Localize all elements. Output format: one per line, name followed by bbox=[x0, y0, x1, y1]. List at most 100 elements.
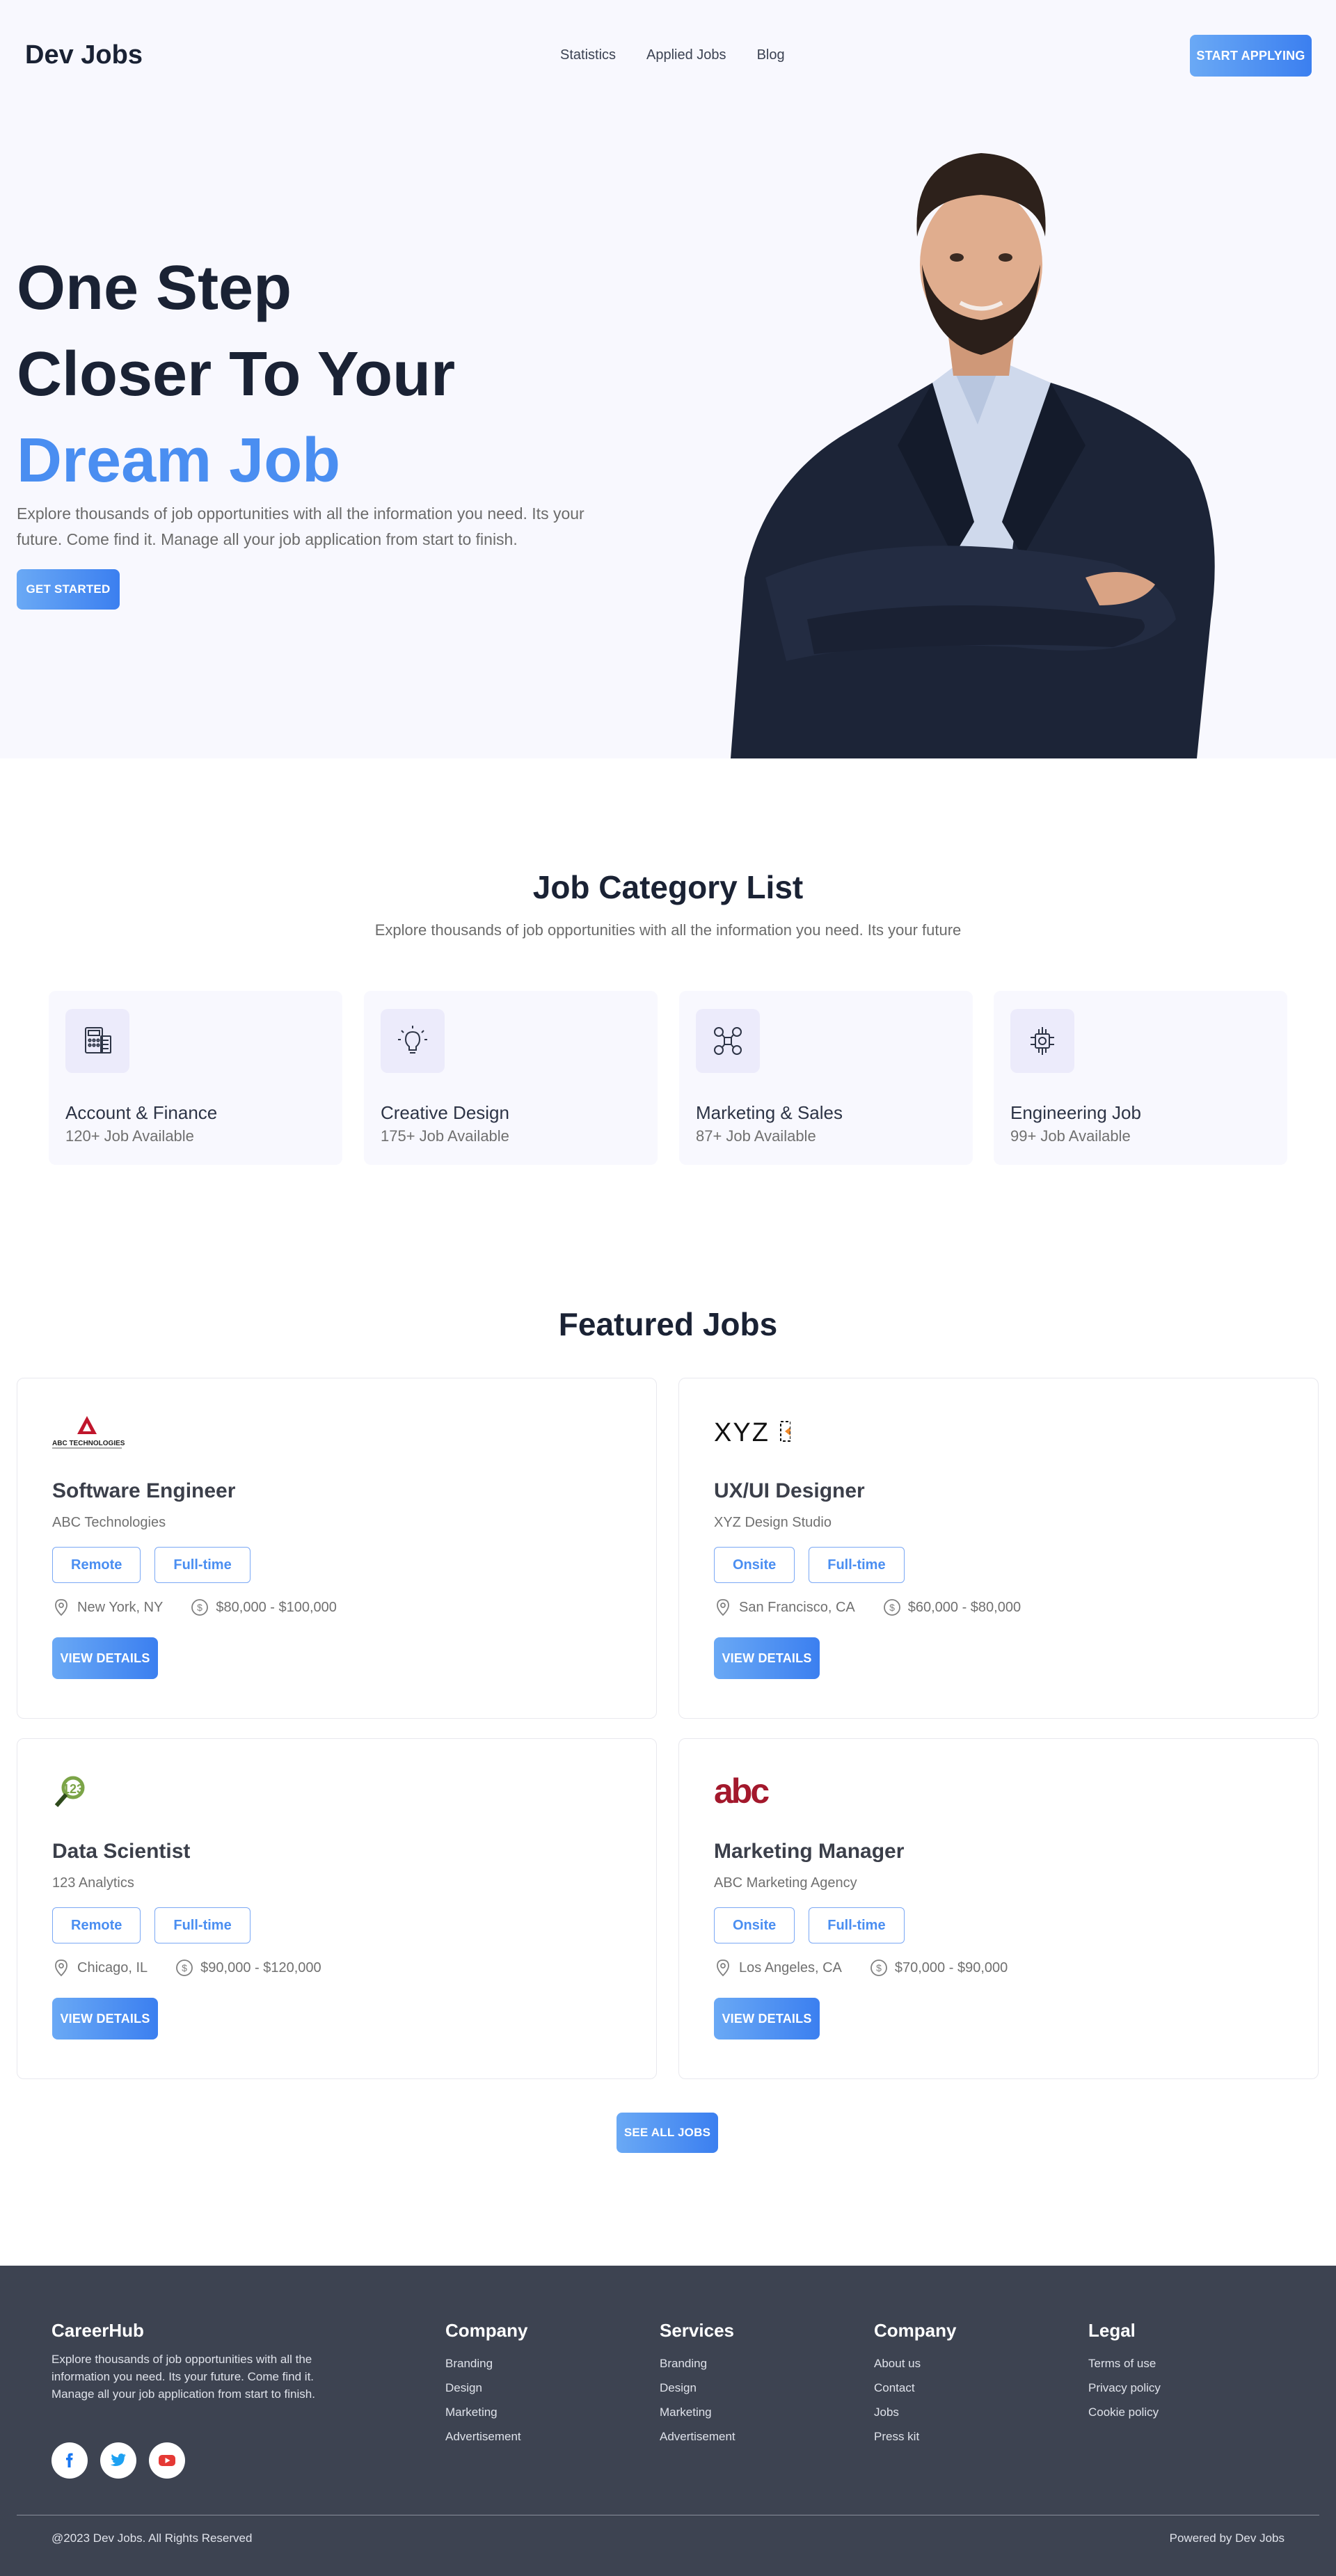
nav-statistics[interactable]: Statistics bbox=[560, 47, 616, 63]
job-meta: Chicago, IL $ $90,000 - $120,000 bbox=[52, 1959, 321, 1977]
job-salary: $90,000 - $120,000 bbox=[200, 1959, 321, 1975]
category-name: Engineering Job bbox=[1010, 1102, 1141, 1123]
job-location: San Francisco, CA bbox=[739, 1599, 855, 1615]
svg-text:abc: abc bbox=[714, 1772, 769, 1811]
dollar-icon: $ bbox=[870, 1959, 887, 1976]
dollar-icon: $ bbox=[883, 1599, 900, 1616]
footer-column-title: Company bbox=[445, 2320, 528, 2341]
hero-title-line2: Closer To Your bbox=[17, 340, 456, 409]
nav-applied-jobs[interactable]: Applied Jobs bbox=[646, 47, 726, 63]
footer-column-company: Company Branding Design Marketing Advert… bbox=[445, 2320, 527, 2449]
svg-text:$: $ bbox=[876, 1962, 882, 1973]
location-pin-icon bbox=[717, 1599, 729, 1616]
view-details-button[interactable]: VIEW DETAILS bbox=[714, 1637, 820, 1679]
category-name: Account & Finance bbox=[65, 1102, 218, 1123]
footer-brand: CareerHub bbox=[51, 2320, 144, 2341]
footer-column-title: Legal bbox=[1088, 2320, 1136, 2341]
svg-text:$: $ bbox=[197, 1602, 202, 1613]
category-card-creative-design[interactable]: Creative Design 175+ Job Available bbox=[364, 991, 658, 1165]
site-logo[interactable]: Dev Jobs bbox=[25, 40, 143, 70]
youtube-icon[interactable] bbox=[149, 2442, 185, 2479]
view-details-button[interactable]: VIEW DETAILS bbox=[52, 1637, 158, 1679]
main-nav: Statistics Applied Jobs Blog bbox=[560, 47, 785, 63]
footer-column-legal: Legal Terms of use Privacy policy Cookie… bbox=[1088, 2320, 1161, 2424]
category-count: 87+ Job Available bbox=[696, 1127, 816, 1145]
job-company: ABC Marketing Agency bbox=[714, 1875, 857, 1891]
view-details-button[interactable]: VIEW DETAILS bbox=[52, 1998, 158, 2040]
svg-text:ABC TECHNOLOGIES: ABC TECHNOLOGIES bbox=[52, 1440, 125, 1447]
footer-copyright: @2023 Dev Jobs. All Rights Reserved bbox=[51, 2531, 253, 2545]
footer-link[interactable]: Jobs bbox=[874, 2400, 956, 2424]
dollar-icon: $ bbox=[176, 1959, 193, 1976]
hero-description: Explore thousands of job opportunities w… bbox=[17, 504, 584, 548]
footer-column-title: Company bbox=[874, 2320, 957, 2341]
hero-section: Dev Jobs Statistics Applied Jobs Blog ST… bbox=[0, 0, 1336, 758]
job-tag-work-mode: Onsite bbox=[714, 1547, 795, 1583]
footer-link[interactable]: Design bbox=[445, 2376, 527, 2400]
job-meta: Los Angeles, CA $ $70,000 - $90,000 bbox=[714, 1959, 1008, 1977]
footer-column-title: Services bbox=[660, 2320, 734, 2341]
job-meta: New York, NY $ $80,000 - $100,000 bbox=[52, 1598, 337, 1616]
job-card-ux-ui-designer: XYZ UX/UI Designer XYZ Design Studio Ons… bbox=[678, 1378, 1319, 1719]
123-analytics-logo: 123 bbox=[54, 1776, 85, 1807]
get-started-button[interactable]: GET STARTED bbox=[17, 569, 120, 610]
job-tag-work-mode: Onsite bbox=[714, 1907, 795, 1943]
twitter-icon[interactable] bbox=[100, 2442, 136, 2479]
hero-title-line1: One Step bbox=[17, 253, 292, 323]
job-tag-employment-type: Full-time bbox=[809, 1547, 905, 1583]
job-card-software-engineer: ABC TECHNOLOGIES Software Engineer ABC T… bbox=[17, 1378, 657, 1719]
job-tags: Remote Full-time bbox=[52, 1547, 250, 1583]
footer-link[interactable]: Marketing bbox=[445, 2400, 527, 2424]
job-tag-work-mode: Remote bbox=[52, 1547, 141, 1583]
job-tags: Remote Full-time bbox=[52, 1907, 250, 1943]
location-pin-icon bbox=[55, 1959, 67, 1977]
footer-link[interactable]: Contact bbox=[874, 2376, 956, 2400]
footer-link[interactable]: Privacy policy bbox=[1088, 2376, 1161, 2400]
category-name: Creative Design bbox=[381, 1102, 509, 1123]
category-count: 175+ Job Available bbox=[381, 1127, 509, 1145]
svg-text:$: $ bbox=[182, 1962, 187, 1973]
category-card-engineering[interactable]: Engineering Job 99+ Job Available bbox=[994, 991, 1287, 1165]
view-details-button[interactable]: VIEW DETAILS bbox=[714, 1998, 820, 2040]
hero-title-accent: Dream Job bbox=[17, 426, 341, 495]
job-tag-employment-type: Full-time bbox=[154, 1547, 250, 1583]
footer-link[interactable]: Press kit bbox=[874, 2424, 956, 2449]
nav-blog[interactable]: Blog bbox=[757, 47, 785, 63]
job-card-data-scientist: 123 Data Scientist 123 Analytics Remote … bbox=[17, 1738, 657, 2079]
social-links bbox=[51, 2442, 185, 2479]
footer-link[interactable]: Cookie policy bbox=[1088, 2400, 1161, 2424]
location-pin-icon bbox=[55, 1599, 67, 1616]
job-title: Marketing Manager bbox=[714, 1840, 905, 1863]
footer-column-services: Services Branding Design Marketing Adver… bbox=[660, 2320, 735, 2449]
footer-link[interactable]: Terms of use bbox=[1088, 2351, 1161, 2376]
category-card-marketing-sales[interactable]: Marketing & Sales 87+ Job Available bbox=[679, 991, 973, 1165]
footer-link[interactable]: About us bbox=[874, 2351, 956, 2376]
job-company: XYZ Design Studio bbox=[714, 1515, 832, 1530]
job-tag-work-mode: Remote bbox=[52, 1907, 141, 1943]
hero-portrait-image bbox=[731, 153, 1215, 758]
footer-link[interactable]: Branding bbox=[660, 2351, 735, 2376]
job-salary: $70,000 - $90,000 bbox=[894, 1959, 1008, 1975]
footer-powered-by: Powered by Dev Jobs bbox=[1169, 2531, 1285, 2545]
footer-link[interactable]: Advertisement bbox=[660, 2424, 735, 2449]
svg-text:123: 123 bbox=[63, 1782, 84, 1796]
category-card-account-finance[interactable]: Account & Finance 120+ Job Available bbox=[49, 991, 342, 1165]
social-network-icon bbox=[696, 1009, 760, 1073]
job-card-marketing-manager: abc Marketing Manager ABC Marketing Agen… bbox=[678, 1738, 1319, 2079]
hero-title: One Step Closer To Your Dream Job bbox=[17, 245, 455, 504]
facebook-icon[interactable] bbox=[51, 2442, 88, 2479]
footer-link[interactable]: Design bbox=[660, 2376, 735, 2400]
svg-text:$: $ bbox=[889, 1602, 895, 1613]
chip-icon bbox=[1010, 1009, 1074, 1073]
job-company: 123 Analytics bbox=[52, 1875, 134, 1891]
job-meta: San Francisco, CA $ $60,000 - $80,000 bbox=[714, 1598, 1021, 1616]
category-name: Marketing & Sales bbox=[696, 1102, 843, 1123]
see-all-jobs-button[interactable]: SEE ALL JOBS bbox=[617, 2113, 718, 2153]
site-footer: CareerHub Explore thousands of job oppor… bbox=[0, 2266, 1336, 2576]
start-applying-button[interactable]: START APPLYING bbox=[1190, 35, 1312, 77]
job-tags: Onsite Full-time bbox=[714, 1907, 905, 1943]
footer-link[interactable]: Marketing bbox=[660, 2400, 735, 2424]
footer-link[interactable]: Advertisement bbox=[445, 2424, 527, 2449]
job-title: Data Scientist bbox=[52, 1840, 191, 1863]
footer-link[interactable]: Branding bbox=[445, 2351, 527, 2376]
